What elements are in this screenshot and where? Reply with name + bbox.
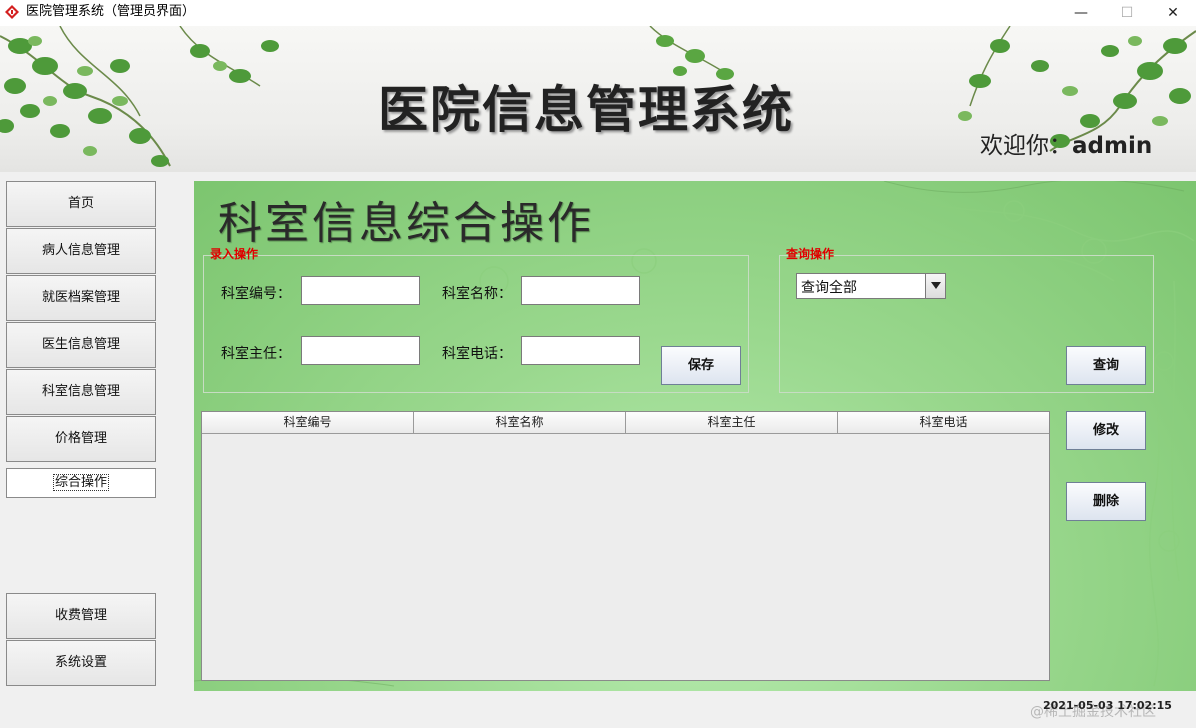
- table-header: 科室编号 科室名称 科室主任 科室电话: [202, 412, 1049, 434]
- dept-name-input[interactable]: [521, 276, 640, 305]
- column-header-dept-head[interactable]: 科室主任: [626, 412, 838, 434]
- sidebar-item-department-info[interactable]: 科室信息管理: [6, 369, 156, 415]
- query-type-select[interactable]: 查询全部: [796, 273, 946, 299]
- sidebar-item-settings[interactable]: 系统设置: [6, 640, 156, 686]
- maximize-button[interactable]: ☐: [1104, 0, 1150, 26]
- delete-button[interactable]: 删除: [1066, 482, 1146, 521]
- sidebar-item-billing[interactable]: 收费管理: [6, 593, 156, 639]
- status-bar: @稀土掘金技术社区 2021-05-03 17:02:15: [0, 691, 1196, 728]
- datetime-display: 2021-05-03 17:02:15: [1043, 699, 1172, 712]
- dept-head-label: 科室主任：: [221, 346, 291, 362]
- sidebar-item-label: 综合操作: [52, 474, 109, 491]
- dept-phone-label: 科室电话：: [442, 346, 512, 362]
- app-icon: [5, 5, 19, 19]
- dept-name-label: 科室名称：: [442, 286, 512, 302]
- dept-head-input[interactable]: [301, 336, 420, 365]
- minimize-button[interactable]: —: [1058, 0, 1104, 26]
- sidebar-item-patient-info[interactable]: 病人信息管理: [6, 228, 156, 274]
- column-header-dept-name[interactable]: 科室名称: [414, 412, 626, 434]
- username: admin: [1072, 133, 1153, 159]
- welcome-text: 欢迎你：admin: [980, 126, 1152, 160]
- vine-decoration-left: [0, 26, 279, 167]
- app-title: 医院信息管理系统: [378, 80, 794, 139]
- window-titlebar: 医院管理系统（管理员界面） — ☐ ✕: [0, 0, 1196, 26]
- sidebar-item-medical-records[interactable]: 就医档案管理: [6, 275, 156, 321]
- sidebar-item-price[interactable]: 价格管理: [6, 416, 156, 462]
- sidebar-item-doctor-info[interactable]: 医生信息管理: [6, 322, 156, 368]
- dept-id-label: 科室编号：: [221, 286, 291, 302]
- query-type-value: 查询全部: [801, 280, 857, 296]
- column-header-dept-phone[interactable]: 科室电话: [838, 412, 1049, 434]
- entry-group-legend: 录入操作: [210, 247, 259, 261]
- page-title: 科室信息综合操作: [218, 198, 594, 249]
- welcome-prefix: 欢迎你：: [980, 133, 1072, 159]
- header-banner: 医院信息管理系统 欢迎你：admin: [0, 26, 1196, 172]
- dept-phone-input[interactable]: [521, 336, 640, 365]
- window-title: 医院管理系统（管理员界面）: [26, 4, 196, 19]
- query-button[interactable]: 查询: [1066, 346, 1146, 385]
- dept-id-input[interactable]: [301, 276, 420, 305]
- sidebar-item-home[interactable]: 首页: [6, 181, 156, 227]
- department-table[interactable]: 科室编号 科室名称 科室主任 科室电话: [201, 411, 1050, 681]
- column-header-dept-id[interactable]: 科室编号: [202, 412, 414, 434]
- close-button[interactable]: ✕: [1150, 0, 1196, 26]
- main-panel: 科室信息综合操作 录入操作 科室编号： 科室名称： 科室主任： 科室电话： 保存…: [194, 181, 1196, 691]
- edit-button[interactable]: 修改: [1066, 411, 1146, 450]
- save-button[interactable]: 保存: [661, 346, 741, 385]
- query-group-legend: 查询操作: [786, 247, 835, 261]
- dropdown-arrow-icon[interactable]: [925, 274, 945, 298]
- sidebar-item-combined-ops[interactable]: 综合操作: [6, 468, 156, 498]
